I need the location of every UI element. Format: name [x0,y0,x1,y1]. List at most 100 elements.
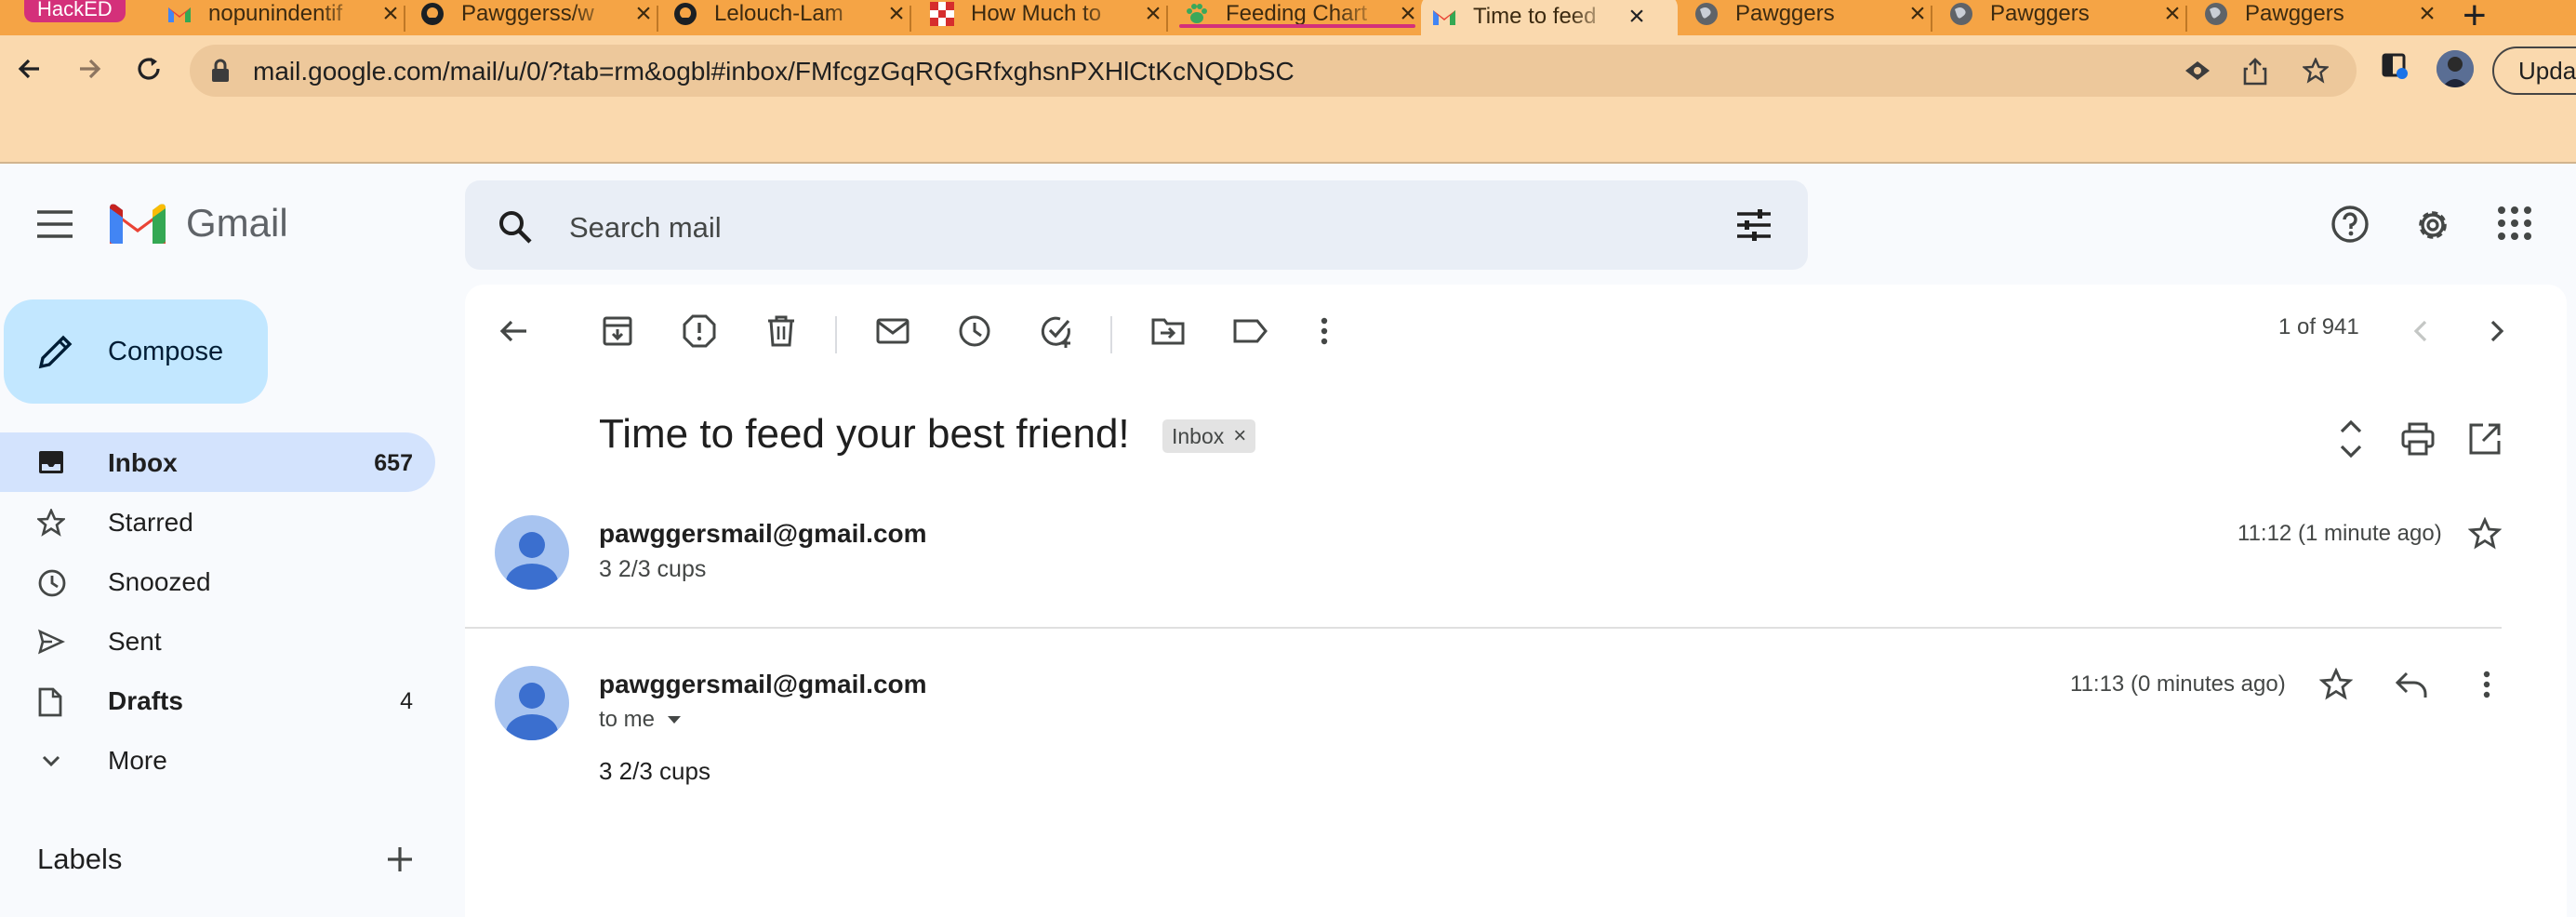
email-subject: Time to feed your best friend! [599,411,1130,457]
toolbar-divider [1110,316,1112,353]
help-icon[interactable] [2330,205,2370,248]
close-icon[interactable]: × [378,0,404,28]
close-icon[interactable]: × [1395,0,1421,28]
add-to-tasks-icon[interactable] [1038,312,1075,354]
checker-icon [930,2,954,26]
unread-count: 657 [374,450,413,476]
newer-chevron-left-icon[interactable] [2403,312,2440,354]
tab-divider [404,6,405,32]
main-menu-icon[interactable] [35,205,74,248]
remove-label-icon[interactable]: × [1233,419,1246,453]
message-snippet[interactable]: 3 2/3 cups [599,556,706,583]
share-icon[interactable] [2243,58,2267,90]
reload-button[interactable] [130,50,167,87]
browser-tab-active[interactable]: Time to feed × [1421,0,1678,35]
sender-avatar[interactable] [495,666,569,740]
close-icon[interactable]: × [631,0,657,28]
close-icon[interactable]: × [883,0,910,28]
browser-tab[interactable]: Pawggers × [1683,0,1932,33]
sidebar-item-snoozed[interactable]: Snoozed [0,552,435,611]
create-label-icon[interactable] [383,843,417,881]
github-icon [420,2,445,26]
profile-avatar[interactable] [2437,50,2474,87]
tab-divider [1931,6,1932,32]
back-to-inbox-icon[interactable] [495,312,532,354]
snooze-clock-icon[interactable] [956,312,993,354]
browser-tab[interactable]: Lelouch-Lam × [662,0,911,33]
close-icon[interactable]: × [2159,0,2185,28]
browser-tab[interactable]: nopunindentif × [156,0,405,33]
tab-title: nopunindentif [208,1,343,26]
search-bar[interactable]: Search mail [465,180,1808,270]
close-icon[interactable]: × [1140,0,1166,28]
browser-tab[interactable]: Pawggerss/w × [409,0,658,33]
arrow-right-icon [80,59,101,79]
sidebar-item-label: More [108,746,167,775]
sidebar-item-inbox[interactable]: Inbox 657 [0,432,435,492]
sidebar-item-label: Inbox [108,448,178,477]
sidebar-item-label: Sent [108,627,162,656]
label-chip-inbox[interactable]: Inbox × [1162,419,1256,453]
sender-email[interactable]: pawggersmail@gmail.com [599,519,927,549]
sender-avatar[interactable] [495,515,569,590]
delete-trash-icon[interactable] [763,312,800,354]
draft-count: 4 [400,688,413,714]
sidebar-item-more[interactable]: More [0,730,435,790]
browser-tab[interactable]: Feeding Chart × [1174,0,1421,33]
more-vert-icon[interactable] [1306,312,1343,354]
star-message-icon[interactable] [2467,516,2503,555]
settings-gear-icon[interactable] [2412,205,2453,250]
labels-heading: Labels [37,843,123,875]
sidebar-item-starred[interactable]: Starred [0,492,435,552]
open-new-window-icon[interactable] [2466,420,2503,462]
reply-icon[interactable] [2394,668,2429,706]
close-icon[interactable]: × [1624,3,1650,31]
label-chip-text: Inbox [1172,424,1225,448]
eye-icon[interactable] [2184,58,2211,88]
back-button[interactable] [11,50,48,87]
browser-tab[interactable]: Pawggers × [1938,0,2187,33]
forward-button[interactable] [71,50,108,87]
sidebar-item-sent[interactable]: Sent [0,611,435,671]
chevron-down-icon [37,747,65,779]
search-options-icon[interactable] [1735,208,1773,246]
new-tab-button[interactable]: + [2463,0,2487,35]
lock-icon[interactable] [210,58,231,88]
star-message-icon[interactable] [2318,667,2354,706]
sidebar-item-label: Drafts [108,686,183,715]
update-button[interactable]: Update [2492,47,2576,95]
sidebar-item-drafts[interactable]: Drafts 4 [0,671,435,730]
move-to-folder-icon[interactable] [1149,312,1187,354]
print-icon[interactable] [2399,420,2437,462]
close-icon[interactable]: × [1905,0,1931,28]
bookmark-star-icon[interactable] [2301,57,2330,88]
search-icon[interactable] [497,208,534,250]
report-spam-icon[interactable] [681,312,718,354]
recipient-details[interactable]: to me [599,707,683,733]
browser-tab[interactable]: Pawggers × [2193,0,2440,33]
address-bar[interactable]: mail.google.com/mail/u/0/?tab=rm&ogbl#in… [190,45,2357,97]
apps-grid-icon[interactable] [2496,205,2533,246]
tab-divider [657,6,658,32]
inbox-icon [37,449,65,480]
clock-icon [37,568,67,603]
gmail-logo-icon[interactable] [108,201,167,252]
url-text[interactable]: mail.google.com/mail/u/0/?tab=rm&ogbl#in… [253,57,1295,86]
message-more-vert-icon[interactable] [2468,666,2505,708]
archive-icon[interactable] [599,312,636,354]
sender-email[interactable]: pawggersmail@gmail.com [599,670,927,699]
label-tag-icon[interactable] [1231,312,1268,354]
sidebar-item-label: Snoozed [108,567,211,596]
close-icon[interactable]: × [2414,0,2440,28]
gmail-header: Gmail Search mail [0,166,2576,286]
mark-unread-mail-icon[interactable] [874,312,911,354]
tab-group-badge[interactable]: HackED [24,0,126,22]
expand-all-icon[interactable] [2332,417,2370,466]
tab-title: Pawggerss/w [461,1,594,26]
compose-button[interactable]: Compose [4,299,268,404]
browser-tab[interactable]: How Much to × [919,0,1168,33]
extension-icon[interactable] [2381,52,2409,85]
search-input[interactable]: Search mail [569,211,722,245]
older-chevron-right-icon[interactable] [2477,312,2515,354]
gmail-wordmark[interactable]: Gmail [186,201,288,246]
